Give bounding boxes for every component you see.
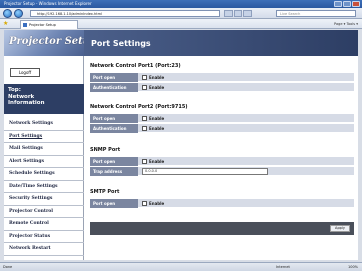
back-icon[interactable]: [3, 9, 12, 18]
port-open-checkbox[interactable]: [142, 201, 147, 206]
sidebar-item-schedule-settings[interactable]: Schedule Settings: [4, 168, 84, 181]
section-title: SNMP Port: [90, 147, 121, 153]
forward-icon[interactable]: [14, 9, 23, 18]
section-title: Network Control Port2 (Port:9715): [90, 104, 188, 110]
browser-tab[interactable]: Projector Setup: [20, 20, 78, 29]
section-title: Network Control Port1 (Port:23): [90, 63, 181, 69]
window-titlebar: Projector Setup - Windows Internet Explo…: [0, 0, 362, 8]
settings-row: Trap address 0.0.0.0: [90, 167, 354, 176]
checkbox-label: Enable: [149, 159, 165, 164]
address-actions: [224, 10, 253, 17]
settings-row: Port open Enable: [90, 114, 354, 123]
page-icon: [23, 23, 27, 27]
sidebar: Projector Setup Logoff Top: Network Info…: [4, 30, 97, 260]
sidebar-item-datetime-settings[interactable]: Date/Time Settings: [4, 181, 84, 193]
sidebar-item-alert-settings[interactable]: Alert Settings: [4, 156, 84, 168]
row-label: Port open: [90, 73, 138, 82]
sidebar-item-network-restart[interactable]: Network Restart: [4, 243, 84, 256]
sidebar-item-projector-status[interactable]: Projector Status: [4, 231, 84, 243]
tab-title: Projector Setup: [29, 23, 56, 27]
sidebar-item-network-settings[interactable]: Network Settings: [4, 118, 84, 131]
port-open-checkbox[interactable]: [142, 75, 147, 80]
page-title: Port Settings: [91, 39, 151, 48]
toolbar-commands[interactable]: Page ▾ Tools ▾: [334, 21, 358, 27]
row-label: Authentication: [90, 83, 138, 92]
page-header: Port Settings: [84, 30, 358, 56]
minimize-button[interactable]: [334, 1, 342, 7]
settings-row: Port open Enable: [90, 157, 354, 166]
sidebar-item-remote-control[interactable]: Remote Control: [4, 218, 84, 231]
action-bar: Apply: [90, 222, 354, 235]
settings-row: Port open Enable: [90, 73, 354, 82]
checkbox-label: Enable: [149, 75, 165, 80]
authentication-checkbox[interactable]: [142, 85, 147, 90]
window-controls: [334, 1, 360, 7]
apply-button[interactable]: Apply: [330, 225, 350, 232]
row-label: Port open: [90, 199, 138, 208]
sidebar-menu: Network Settings Port Settings Mail Sett…: [4, 118, 84, 256]
settings-row: Port open Enable: [90, 199, 354, 208]
maximize-button[interactable]: [343, 1, 351, 7]
authentication-checkbox[interactable]: [142, 126, 147, 131]
settings-row: Authentication Enable: [90, 124, 354, 133]
top-network-information-link[interactable]: Top: Network Information: [4, 84, 84, 114]
trap-address-input[interactable]: 0.0.0.0: [142, 168, 268, 175]
search-input[interactable]: Live Search: [276, 10, 356, 17]
address-input[interactable]: http://192.168.1.10/adminIndex.html: [30, 10, 220, 17]
port-open-checkbox[interactable]: [142, 159, 147, 164]
tab-bar: ★ Projector Setup Page ▾ Tools ▾: [0, 19, 362, 29]
settings-row: Authentication Enable: [90, 83, 354, 92]
row-label: Authentication: [90, 124, 138, 133]
zoom-level[interactable]: 100%: [348, 263, 358, 271]
window-title: Projector Setup - Windows Internet Explo…: [4, 1, 92, 6]
checkbox-label: Enable: [149, 116, 165, 121]
row-label: Trap address: [90, 167, 138, 176]
sidebar-item-port-settings[interactable]: Port Settings: [4, 131, 84, 143]
row-label: Port open: [90, 157, 138, 166]
favorites-star-icon[interactable]: ★: [3, 21, 8, 27]
stop-icon[interactable]: [233, 10, 243, 17]
security-zone: Internet: [276, 265, 290, 269]
sidebar-item-security-settings[interactable]: Security Settings: [4, 193, 84, 206]
row-label: Port open: [90, 114, 138, 123]
section-title: SMTP Port: [90, 189, 120, 195]
sidebar-item-projector-control[interactable]: Projector Control: [4, 206, 84, 218]
logo-banner: Projector Setup: [4, 30, 97, 56]
status-text: Done: [3, 265, 13, 269]
status-bar: Done Internet 100%: [0, 262, 362, 271]
checkbox-label: Enable: [149, 201, 165, 206]
refresh-icon[interactable]: [224, 10, 233, 17]
go-icon[interactable]: [243, 10, 253, 17]
sidebar-item-mail-settings[interactable]: Mail Settings: [4, 143, 84, 156]
close-button[interactable]: [352, 1, 360, 7]
port-open-checkbox[interactable]: [142, 116, 147, 121]
address-bar: http://192.168.1.10/adminIndex.html Live…: [0, 8, 362, 19]
checkbox-label: Enable: [149, 85, 165, 90]
main-content: Port Settings Network Control Port1 (Por…: [84, 30, 358, 260]
logoff-button[interactable]: Logoff: [10, 68, 40, 77]
checkbox-label: Enable: [149, 126, 165, 131]
